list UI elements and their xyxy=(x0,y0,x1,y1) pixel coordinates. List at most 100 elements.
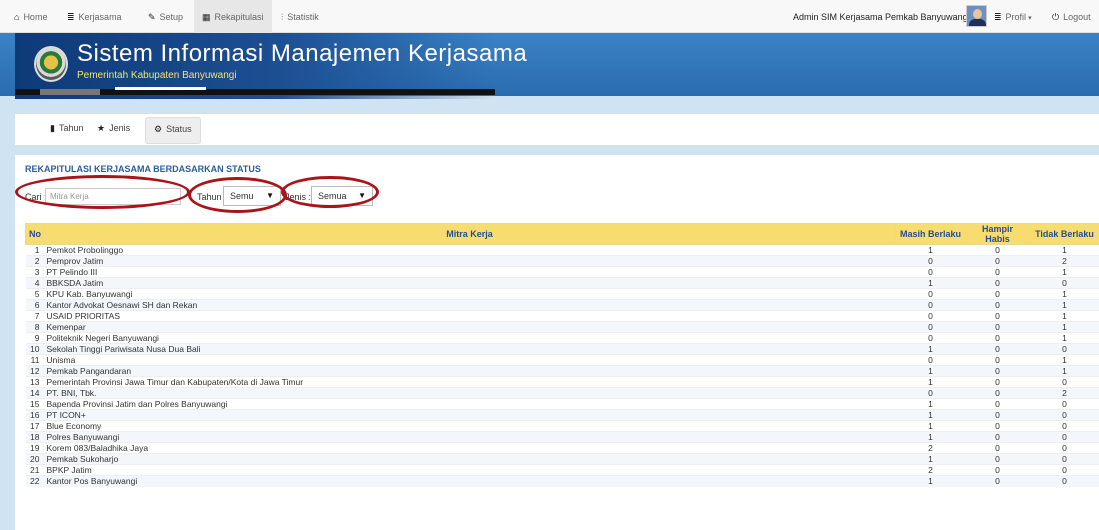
col-no[interactable]: No xyxy=(25,223,44,245)
row-masih-berlaku: 2 xyxy=(895,464,966,476)
row-masih-berlaku: 1 xyxy=(895,453,966,465)
row-tidak-berlaku: 1 xyxy=(1029,299,1099,311)
row-tidak-berlaku: 0 xyxy=(1029,409,1099,421)
table-icon: ▦ xyxy=(202,12,211,22)
table-row: 2 Pemprov Jatim 0 0 2 xyxy=(25,255,1099,267)
bookmark-icon: ▮ xyxy=(50,123,55,133)
nav-rekapitulasi[interactable]: ▦ Rekapitulasi xyxy=(194,0,272,33)
highlight-oval-jenis xyxy=(281,176,379,208)
home-icon: ⌂ xyxy=(14,12,20,22)
row-hampir-habis: 0 xyxy=(965,387,1030,399)
avatar[interactable] xyxy=(966,5,987,27)
row-mitra-kerja: BBKSDA Jatim xyxy=(43,277,896,289)
tab-status[interactable]: ⚙ Status xyxy=(145,117,201,144)
row-tidak-berlaku: 1 xyxy=(1029,321,1099,333)
list-icon: ≣ xyxy=(67,12,75,22)
logout-link[interactable]: ⏻ Logout xyxy=(1052,12,1091,23)
top-navbar: ⌂ Home ≣ Kerjasama ✎ Setup ▦ Rekapitulasi ⫶ S… xyxy=(0,0,1099,33)
row-hampir-habis: 0 xyxy=(965,409,1030,421)
status-table: No Mitra Kerja Masih Berlaku Hampir Habi… xyxy=(25,223,1099,487)
col-mitra-kerja[interactable]: Mitra Kerja xyxy=(43,223,896,245)
row-no: 15 xyxy=(25,398,44,410)
col-tidak-berlaku[interactable]: Tidak Berlaku xyxy=(1029,223,1099,245)
row-mitra-kerja: Politeknik Negeri Banyuwangi xyxy=(43,332,896,344)
row-tidak-berlaku: 1 xyxy=(1029,244,1099,256)
row-mitra-kerja: PT ICON+ xyxy=(43,409,896,421)
row-masih-berlaku: 0 xyxy=(895,321,966,333)
row-hampir-habis: 0 xyxy=(965,475,1030,487)
row-masih-berlaku: 0 xyxy=(895,255,966,267)
row-mitra-kerja: USAID PRIORITAS xyxy=(43,310,896,322)
row-tidak-berlaku: 2 xyxy=(1029,255,1099,267)
row-masih-berlaku: 0 xyxy=(895,332,966,344)
row-mitra-kerja: Korem 083/Baladhika Jaya xyxy=(43,442,896,454)
row-tidak-berlaku: 0 xyxy=(1029,464,1099,476)
table-row: 19 Korem 083/Baladhika Jaya 2 0 0 xyxy=(25,442,1099,454)
row-hampir-habis: 0 xyxy=(965,442,1030,454)
table-row: 17 Blue Economy 1 0 0 xyxy=(25,420,1099,432)
nav-home[interactable]: ⌂ Home xyxy=(14,12,47,22)
nav-setup[interactable]: ✎ Setup xyxy=(148,12,183,23)
table-row: 16 PT ICON+ 1 0 0 xyxy=(25,409,1099,421)
tab-tahun[interactable]: ▮ Tahun xyxy=(50,123,83,134)
row-no: 13 xyxy=(25,376,44,388)
row-hampir-habis: 0 xyxy=(965,332,1030,344)
table-row: 8 Kemenpar 0 0 1 xyxy=(25,321,1099,333)
row-hampir-habis: 0 xyxy=(965,420,1030,432)
row-hampir-habis: 0 xyxy=(965,398,1030,410)
row-mitra-kerja: Sekolah Tinggi Pariwisata Nusa Dua Bali xyxy=(43,343,896,355)
table-row: 21 BPKP Jatim 2 0 0 xyxy=(25,464,1099,476)
row-no: 16 xyxy=(25,409,44,421)
table-header-row: No Mitra Kerja Masih Berlaku Hampir Habi… xyxy=(25,223,1099,245)
row-no: 4 xyxy=(25,277,44,289)
col-hampir-habis[interactable]: Hampir Habis xyxy=(965,223,1030,245)
chart-icon: ⫶ xyxy=(281,12,284,22)
row-no: 14 xyxy=(25,387,44,399)
table-row: 1 Pemkot Probolinggo 1 0 1 xyxy=(25,244,1099,256)
row-tidak-berlaku: 0 xyxy=(1029,376,1099,388)
row-hampir-habis: 0 xyxy=(965,453,1030,465)
row-mitra-kerja: KPU Kab. Banyuwangi xyxy=(43,288,896,300)
table-row: 7 USAID PRIORITAS 0 0 1 xyxy=(25,310,1099,322)
row-masih-berlaku: 1 xyxy=(895,365,966,377)
row-tidak-berlaku: 2 xyxy=(1029,387,1099,399)
row-masih-berlaku: 1 xyxy=(895,398,966,410)
banner-bar-highlight xyxy=(115,87,206,90)
row-no: 7 xyxy=(25,310,44,322)
table-row: 4 BBKSDA Jatim 1 0 0 xyxy=(25,277,1099,289)
tab-jenis[interactable]: ★ Jenis xyxy=(97,123,130,134)
row-no: 21 xyxy=(25,464,44,476)
profile-menu[interactable]: ≣ Profil ▾ xyxy=(994,12,1032,23)
table-row: 13 Pemerintah Provinsi Jawa Timur dan Kab… xyxy=(25,376,1099,388)
list-icon: ≣ xyxy=(994,12,1002,22)
table-row: 14 PT. BNI, Tbk. 0 0 2 xyxy=(25,387,1099,399)
row-no: 22 xyxy=(25,475,44,487)
row-no: 12 xyxy=(25,365,44,377)
row-mitra-kerja: PT Pelindo III xyxy=(43,266,896,278)
row-tidak-berlaku: 0 xyxy=(1029,277,1099,289)
row-mitra-kerja: Unisma xyxy=(43,354,896,366)
row-masih-berlaku: 0 xyxy=(895,310,966,322)
row-no: 11 xyxy=(25,354,44,366)
col-masih-berlaku[interactable]: Masih Berlaku xyxy=(895,223,966,245)
nav-kerjasama[interactable]: ≣ Kerjasama xyxy=(67,12,122,23)
row-mitra-kerja: Pemkot Probolinggo xyxy=(43,244,896,256)
row-no: 6 xyxy=(25,299,44,311)
row-hampir-habis: 0 xyxy=(965,310,1030,322)
row-no: 20 xyxy=(25,453,44,465)
nav-statistik[interactable]: ⫶ Statistik xyxy=(281,12,319,23)
row-hampir-habis: 0 xyxy=(965,431,1030,443)
rekap-tabs: ▮ Tahun ★ Jenis ⚙ Status xyxy=(15,113,1099,146)
row-mitra-kerja: Polres Banyuwangi xyxy=(43,431,896,443)
row-masih-berlaku: 1 xyxy=(895,376,966,388)
row-tidak-berlaku: 0 xyxy=(1029,343,1099,355)
row-no: 10 xyxy=(25,343,44,355)
row-no: 5 xyxy=(25,288,44,300)
row-no: 1 xyxy=(25,244,44,256)
row-no: 18 xyxy=(25,431,44,443)
row-mitra-kerja: Kemenpar xyxy=(43,321,896,333)
highlight-oval-search xyxy=(15,175,190,209)
row-tidak-berlaku: 1 xyxy=(1029,332,1099,344)
row-masih-berlaku: 1 xyxy=(895,409,966,421)
row-masih-berlaku: 1 xyxy=(895,343,966,355)
